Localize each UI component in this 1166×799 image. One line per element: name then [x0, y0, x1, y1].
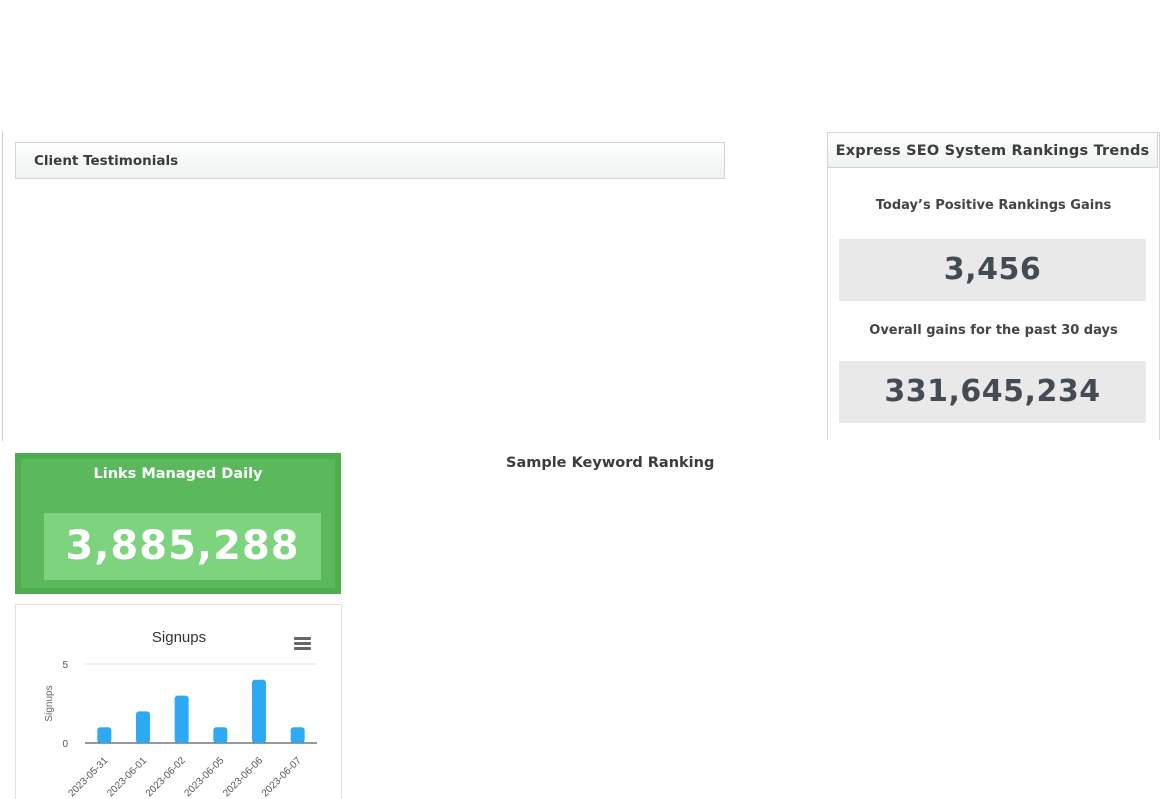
bar-2023-06-05 [213, 727, 228, 743]
links-managed-value: 3,885,288 [44, 513, 321, 580]
y-axis-label: Signups [44, 685, 55, 721]
y-tick-label: 0 [62, 739, 68, 750]
x-tick-label: 2023-06-06 [221, 755, 265, 799]
links-managed-card: Links Managed Daily 3,885,288 [15, 453, 341, 594]
overall-gains-value: 331,645,234 [839, 361, 1146, 423]
todays-gains-label: Today’s Positive Rankings Gains [875, 198, 1112, 213]
links-managed-title: Links Managed Daily [93, 466, 263, 482]
x-tick-label: 2023-06-07 [260, 755, 304, 799]
y-tick-label: 5 [62, 660, 68, 671]
todays-gains-value: 3,456 [839, 239, 1146, 301]
keyword-ranking-title: Sample Keyword Ranking [506, 455, 715, 471]
bar-2023-05-31 [97, 727, 112, 743]
bar-2023-06-02 [174, 695, 189, 743]
x-tick-label: 2023-06-01 [105, 755, 149, 799]
express-seo-header: Express SEO System Rankings Trends [828, 132, 1158, 168]
x-tick-label: 2023-06-05 [183, 755, 227, 799]
left-divider [2, 131, 3, 441]
x-tick-label: 2023-06-02 [144, 755, 188, 799]
bar-2023-06-06 [252, 679, 266, 743]
overall-gains-label: Overall gains for the past 30 days [869, 323, 1118, 338]
client-testimonials-panel: Client Testimonials [15, 142, 725, 179]
express-seo-panel: Express SEO System Rankings Trends Today… [827, 132, 1160, 440]
bar-2023-06-01 [136, 711, 150, 743]
signups-chart-card: Signups 0 5 Signups 2023-05-31 2023-06-01 2023… [15, 604, 342, 799]
x-tick-label: 2023-05-31 [67, 755, 111, 799]
links-managed-inner: Links Managed Daily 3,885,288 [21, 459, 335, 588]
hamburger-menu-icon[interactable] [294, 637, 312, 651]
chart-title: Signups [152, 629, 206, 646]
signups-chart: Signups05Signups2023-05-312023-06-012023… [44, 629, 317, 799]
express-seo-title: Express SEO System Rankings Trends [835, 143, 1150, 159]
client-testimonials-title: Client Testimonials [34, 153, 179, 169]
bar-2023-06-07 [290, 727, 305, 743]
